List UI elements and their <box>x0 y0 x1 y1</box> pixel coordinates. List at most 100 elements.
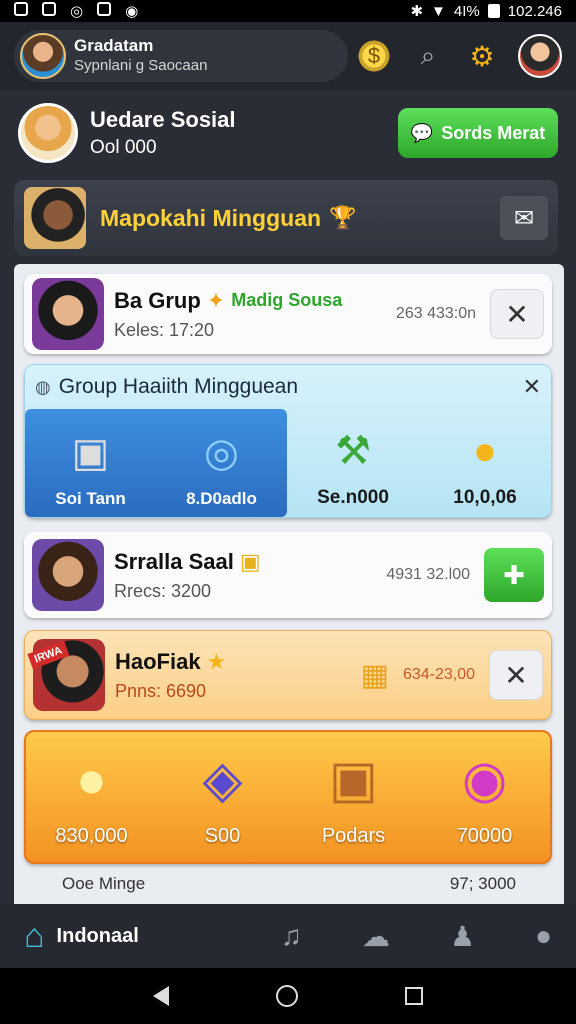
user-score: Ool 000 <box>90 137 157 158</box>
reward-label: 8.D0adlo <box>186 489 257 508</box>
profile-avatar[interactable] <box>20 33 66 79</box>
bottom-nav: ⌂ Indonaal ♫ ☁ ♟ ● <box>0 904 576 968</box>
close-button[interactable]: ✕ <box>490 289 544 339</box>
footer-right: 97; 3000 <box>449 874 516 893</box>
gem-ring-icon: ◉ <box>461 751 508 809</box>
banner-title: Mapokahi Mingguan <box>100 204 322 231</box>
chat-icon: 💬 <box>410 122 434 143</box>
member-subtitle: Pnns: 6690 <box>115 680 207 701</box>
top-header: Gradatam Sypnlani g Saocaan $ ⌕ ⚙ <box>0 22 576 90</box>
selected-rewards: ▣ Soi Tann ◎ 8.D0adlo <box>25 409 287 517</box>
group-badge: Madig Sousa <box>231 290 343 310</box>
reward-item[interactable]: ● 10,0,06 <box>419 409 551 517</box>
reward-label: S00 <box>204 825 241 847</box>
battery-icon <box>487 4 500 18</box>
trophy-icon: 🏆 <box>329 205 357 230</box>
user-avatar[interactable] <box>18 103 78 163</box>
gift-icon: ✦ <box>206 287 226 313</box>
ring-icon: ◎ <box>204 431 239 475</box>
profile-icon[interactable]: ● <box>535 920 552 952</box>
footer-left: Ooe Minge <box>62 874 146 893</box>
sync-icon: ◎ <box>70 3 84 20</box>
nav-label[interactable]: Indonaal <box>57 925 139 948</box>
magic-box-icon: ◈ <box>202 751 243 809</box>
notification-icon <box>14 2 28 16</box>
battery-text: 4I% <box>453 2 480 20</box>
reward-item[interactable]: ◈ S00 <box>157 732 288 862</box>
reward-label: Soi Tann <box>55 489 126 508</box>
gold-coin-icon: ● <box>75 751 108 809</box>
bluetooth-icon: ✱ <box>410 3 424 20</box>
ribbon-badge: IRWA <box>27 640 70 670</box>
reward-label: Se.n000 <box>317 487 389 508</box>
alert-icon: ◉ <box>125 3 139 20</box>
home-button-icon[interactable] <box>275 985 298 1007</box>
coin-icon[interactable]: $ <box>356 38 392 74</box>
account-avatar[interactable] <box>518 34 562 78</box>
treasure-chest-icon: ▣ <box>328 751 379 809</box>
primary-action-label: Sords Merat <box>441 122 546 143</box>
status-bar: ◎ ◉ ✱ ▼ 4I% 102.246 <box>0 0 576 22</box>
rewards-card: ● 830,000 ◈ S00 ▣ Podars ◉ 70000 <box>24 730 552 864</box>
weekly-banner[interactable]: Mapokahi Mingguan 🏆 ✉ <box>14 180 558 256</box>
content-panel: Ba Grup ✦ Madig Sousa Keles: 17:20 263 4… <box>14 264 564 904</box>
system-nav-bar <box>0 968 576 1024</box>
banner-avatar <box>24 187 86 249</box>
reward-item[interactable]: ▣ Podars <box>288 732 419 862</box>
member-value: 4931 32.l00 <box>386 566 470 583</box>
group-thumbnail <box>32 278 104 350</box>
user-name: Uedare Sosial <box>90 107 236 132</box>
close-icon[interactable]: ✕ <box>523 374 541 400</box>
message-icon <box>97 2 112 16</box>
mail-button[interactable]: ✉ <box>500 196 548 240</box>
wifi-icon: ▼ <box>431 2 446 20</box>
chest-icon: ▣ <box>71 431 110 475</box>
member-subtitle: Rrecs: 3200 <box>114 580 212 601</box>
box-icon: ▦ <box>360 658 389 692</box>
profile-subtitle: Sypnlani g Saocaan <box>74 57 208 74</box>
recents-icon[interactable] <box>404 987 423 1005</box>
back-icon[interactable] <box>153 986 170 1006</box>
reward-label: 70000 <box>456 825 513 847</box>
group-value: 263 433:0n <box>395 305 476 322</box>
member-name: Srralla Saal <box>114 548 234 574</box>
group-title: Ba Grup <box>114 287 201 313</box>
group-subtitle: Keles: 17:20 <box>114 319 215 340</box>
gallery-icon <box>42 2 56 16</box>
profile-name: Gradatam <box>74 36 154 55</box>
reward-item[interactable]: ▣ Soi Tann <box>25 409 156 517</box>
member-card[interactable]: IRWA HaoFiak ★ Pnns: 6690 ▦ 634-23,00 ✕ <box>24 630 552 720</box>
weekly-group-title: Group Haaiith Mingguean <box>58 375 299 398</box>
profile-pill[interactable]: Gradatam Sypnlani g Saocaan <box>14 30 348 82</box>
search-icon[interactable]: ⌕ <box>410 38 446 74</box>
reward-label: 830,000 <box>55 825 128 847</box>
gold-coin-icon: ● <box>472 428 498 473</box>
clock: 102.246 <box>507 2 562 20</box>
home-icon[interactable]: ⌂ <box>24 917 45 956</box>
group-card[interactable]: Ba Grup ✦ Madig Sousa Keles: 17:20 263 4… <box>24 274 552 354</box>
primary-action-button[interactable]: 💬 Sords Merat <box>398 108 558 158</box>
member-value: 634-23,00 <box>402 666 475 683</box>
user-row: Uedare Sosial Ool 000 💬 Sords Merat <box>0 90 576 176</box>
add-button[interactable]: ✚ <box>484 548 544 602</box>
reward-item[interactable]: ● 830,000 <box>26 732 157 862</box>
hammer-icon: ⚒ <box>335 429 371 473</box>
member-name: HaoFiak <box>115 648 201 674</box>
close-button[interactable]: ✕ <box>489 650 543 700</box>
star-icon: ★ <box>206 648 227 674</box>
chat-icon[interactable]: ☁ <box>362 920 390 953</box>
reward-item[interactable]: ◉ 70000 <box>419 732 550 862</box>
member-card[interactable]: Srralla Saal ▣ Rrecs: 3200 4931 32.l00 ✚ <box>24 532 552 618</box>
user-search-icon[interactable]: ♟ <box>450 920 475 953</box>
reward-item[interactable]: ⚒ Se.n000 <box>287 409 419 517</box>
reward-label: 10,0,06 <box>453 487 517 508</box>
badge-icon: ▣ <box>239 548 261 574</box>
globe-icon: ◍ <box>35 376 51 397</box>
member-thumbnail: IRWA <box>27 639 105 711</box>
member-thumbnail <box>32 539 104 611</box>
footer-row: Ooe Minge 97; 3000 <box>62 874 516 894</box>
weekly-group-card: ◍ Group Haaiith Mingguean ✕ ▣ Soi Tann ◎… <box>24 364 552 518</box>
gear-icon[interactable]: ⚙ <box>464 38 500 74</box>
reward-item[interactable]: ◎ 8.D0adlo <box>156 409 287 517</box>
music-icon[interactable]: ♫ <box>281 920 302 952</box>
